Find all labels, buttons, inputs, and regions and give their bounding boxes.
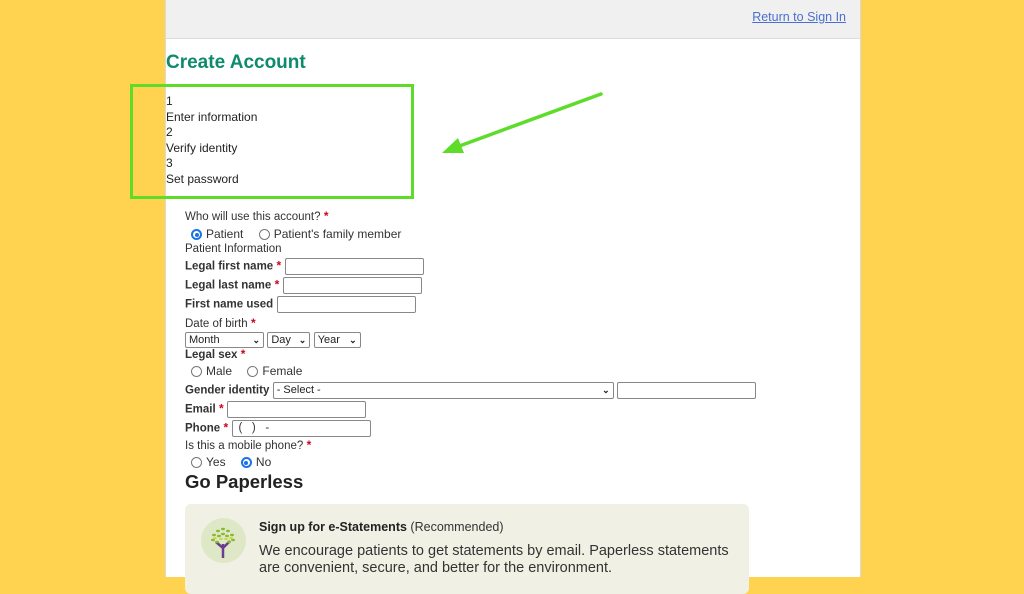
radio-mobile-no[interactable] — [240, 457, 252, 468]
radio-male[interactable] — [191, 366, 202, 377]
radio-mobile-yes[interactable] — [191, 457, 202, 468]
phone-row: Phone * ( ) - — [185, 420, 371, 437]
gender-identity-select[interactable]: - Select - ⌄ — [272, 382, 614, 399]
legal-last-name-input[interactable] — [282, 277, 422, 294]
gender-identity-other-input[interactable] — [617, 382, 757, 399]
section-label: Patient Information — [185, 243, 282, 255]
radio-family-member[interactable] — [258, 229, 270, 240]
return-to-sign-in-link[interactable]: Return to Sign In — [752, 10, 846, 24]
annotation-arrow-icon — [442, 92, 603, 153]
dob-label-row: Date of birth * — [185, 316, 256, 330]
legal-last-name-row: Legal last name * — [185, 277, 422, 294]
dob-day-select[interactable]: Day ⌄ — [267, 332, 311, 348]
e-statements-panel: Sign up for e-Statements (Recommended) W… — [185, 504, 749, 594]
radio-patient[interactable] — [191, 229, 202, 240]
mobile-options: Yes No — [191, 455, 283, 469]
phone-input[interactable]: ( ) - — [231, 420, 371, 437]
e-statements-description: We encourage patients to get statements … — [259, 543, 729, 576]
dob-month-select[interactable]: Month ⌄ — [185, 332, 264, 348]
email-row: Email * — [185, 401, 367, 418]
page-title: Create Account — [166, 52, 306, 73]
chevron-down-icon: ⌄ — [349, 335, 357, 345]
option-patient-label: Patient — [206, 227, 244, 241]
top-bar: Return to Sign In — [166, 0, 860, 39]
tree-icon — [201, 518, 246, 563]
legal-first-name-row: Legal first name * — [185, 258, 424, 275]
first-name-used-input[interactable] — [276, 296, 416, 313]
e-statements-title: Sign up for e-Statements (Recommended) — [259, 520, 504, 534]
legal-sex-label-row: Legal sex * — [185, 347, 246, 361]
chevron-down-icon: ⌄ — [602, 385, 610, 395]
email-input[interactable] — [227, 401, 367, 418]
chevron-down-icon: ⌄ — [252, 335, 260, 345]
annotation-highlight-box — [130, 84, 414, 199]
sex-options: Male Female — [191, 364, 314, 378]
first-name-used-row: First name used — [185, 296, 416, 313]
mobile-question: Is this a mobile phone? * — [185, 438, 312, 452]
legal-first-name-input[interactable] — [284, 258, 424, 275]
dob-selects: Month ⌄ Day ⌄ Year ⌄ — [185, 332, 361, 348]
go-paperless-heading: Go Paperless — [185, 471, 304, 492]
who-options: Patient Patient's family member — [191, 227, 413, 241]
gender-identity-row: Gender identity - Select - ⌄ — [185, 382, 757, 399]
radio-female[interactable] — [247, 366, 259, 377]
option-family-member-label: Patient's family member — [273, 227, 402, 241]
who-question: Who will use this account? * — [185, 209, 329, 223]
chevron-down-icon: ⌄ — [298, 335, 307, 345]
dob-year-select[interactable]: Year ⌄ — [313, 332, 361, 348]
